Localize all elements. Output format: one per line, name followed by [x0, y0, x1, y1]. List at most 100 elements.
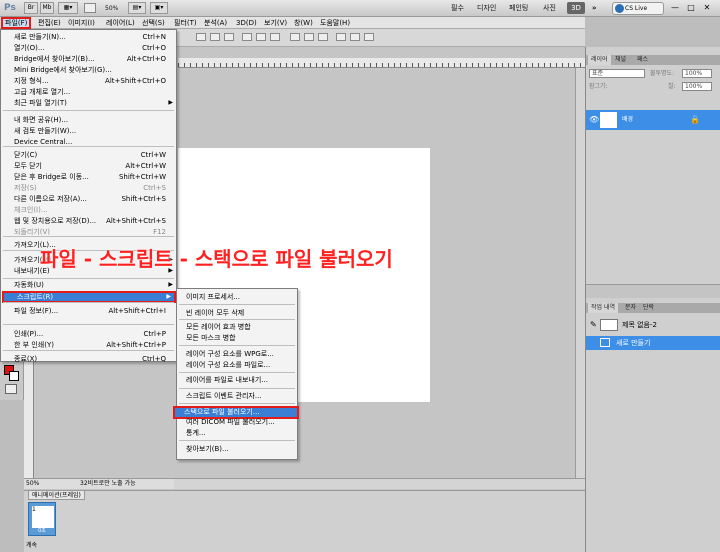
file-menu-item[interactable]: 고급 개체로 열기...: [1, 87, 176, 97]
workspace-painting[interactable]: 페인팅: [506, 2, 531, 15]
menu-file[interactable]: 파일(F): [1, 17, 32, 29]
menu-separator: [179, 319, 295, 320]
script-menu-item[interactable]: 모든 레이어 효과 병합: [177, 322, 297, 332]
blend-mode-select[interactable]: 표준: [589, 69, 645, 78]
quick-mask-icon[interactable]: [5, 384, 17, 394]
script-menu-item[interactable]: 레이어를 파일로 내보내기...: [177, 375, 297, 385]
arrange-documents-button[interactable]: ▤▾: [128, 2, 146, 14]
menu-view[interactable]: 보기(V): [262, 17, 289, 29]
align-right-icon[interactable]: [270, 33, 280, 41]
close-button[interactable]: ✕: [700, 2, 714, 14]
file-menu-item[interactable]: 자동화(U) ▶: [1, 280, 176, 290]
more-workspaces-button[interactable]: »: [589, 2, 600, 15]
menu-3d[interactable]: 3D(D): [234, 17, 259, 29]
history-brush-icon[interactable]: ✎: [590, 318, 597, 332]
workspace-essentials[interactable]: 필수: [448, 2, 467, 15]
file-menu-item[interactable]: 인쇄(P)... Ctrl+P: [1, 329, 176, 339]
file-menu-item[interactable]: 한 부 인쇄(Y) Alt+Shift+Ctrl+P: [1, 340, 176, 350]
file-menu-item[interactable]: Bridge에서 찾아보기(B)... Alt+Ctrl+O: [1, 54, 176, 64]
history-state-new[interactable]: 새로 만들기: [586, 336, 720, 350]
tab-channels[interactable]: 채널: [612, 55, 629, 65]
tab-character[interactable]: 문자: [622, 303, 639, 313]
script-menu-item[interactable]: 여러 DICOM 파일 불러오기...: [177, 417, 297, 427]
zoom-level[interactable]: 50%: [102, 2, 121, 15]
menu-image[interactable]: 이미지(I): [66, 17, 97, 29]
layer-row-background[interactable]: 👁 배경 🔒: [586, 110, 720, 130]
loop-option[interactable]: 계속: [26, 540, 37, 549]
file-menu-item[interactable]: Mini Bridge에서 찾아보기(G)...: [1, 65, 176, 75]
align-left-icon[interactable]: [242, 33, 252, 41]
file-menu-item[interactable]: 내 화면 공유(H)...: [1, 115, 176, 125]
status-zoom[interactable]: 50%: [26, 479, 39, 489]
tab-layers[interactable]: 레이어: [588, 55, 611, 65]
script-menu-item[interactable]: 통계...: [177, 428, 297, 438]
animation-frame[interactable]: 1 0초: [28, 502, 56, 536]
file-menu-item[interactable]: 닫기(C) Ctrl+W: [1, 150, 176, 160]
minimize-button[interactable]: —: [668, 2, 682, 14]
file-menu-item[interactable]: 새로 만들기(N)... Ctrl+N: [1, 32, 176, 42]
distribute-right-icon[interactable]: [364, 33, 374, 41]
distribute-left-icon[interactable]: [336, 33, 346, 41]
script-menu-item[interactable]: 빈 레이어 모두 삭제: [177, 308, 297, 318]
screen-mode-button[interactable]: ▣▾: [150, 2, 168, 14]
file-menu-item-label: Bridge에서 찾아보기(B)...: [14, 55, 95, 63]
frame-duration[interactable]: 0초: [29, 527, 55, 534]
menu-select[interactable]: 선택(S): [140, 17, 167, 29]
file-menu-item-label: 저장(S): [14, 184, 37, 192]
opacity-field[interactable]: 100%: [682, 69, 712, 78]
distribute-top-icon[interactable]: [290, 33, 300, 41]
hand-tool-icon[interactable]: [84, 3, 96, 13]
maximize-button[interactable]: □: [684, 2, 698, 14]
script-menu-item[interactable]: 이미지 프로세서...: [177, 292, 297, 302]
workspace-3d[interactable]: 3D: [567, 2, 585, 14]
file-menu-item[interactable]: 종료(X) Ctrl+Q: [1, 354, 176, 364]
file-menu-item[interactable]: 새 검토 만들기(W)...: [1, 126, 176, 136]
file-menu-item[interactable]: 파일 정보(F)... Alt+Shift+Ctrl+I: [1, 306, 176, 316]
script-menu-item[interactable]: 찾아보기(B)...: [177, 444, 297, 454]
file-menu-item[interactable]: 저장(S) Ctrl+S: [1, 183, 176, 193]
script-menu-item[interactable]: 레이어 구성 요소를 파일로...: [177, 360, 297, 370]
distribute-center-icon[interactable]: [350, 33, 360, 41]
script-menu-item[interactable]: 스크립트 이벤트 관리자...: [177, 391, 297, 401]
align-top-icon[interactable]: [196, 33, 206, 41]
file-menu-item-shortcut: Alt+Shift+Ctrl+O: [105, 77, 166, 85]
align-bottom-icon[interactable]: [224, 33, 234, 41]
file-menu-item[interactable]: 열기(O)... Ctrl+O: [1, 43, 176, 53]
cs-live-button[interactable]: CS Live: [612, 2, 664, 15]
workspace-design[interactable]: 디자인: [474, 2, 499, 15]
distribute-bottom-icon[interactable]: [318, 33, 328, 41]
bridge-button[interactable]: Br: [24, 2, 38, 14]
align-middle-icon[interactable]: [210, 33, 220, 41]
menu-window[interactable]: 창(W): [292, 17, 315, 29]
file-menu-item[interactable]: 모두 닫기 Alt+Ctrl+W: [1, 161, 176, 171]
view-extras-button[interactable]: ▦▾: [58, 2, 78, 14]
background-color-swatch[interactable]: [9, 371, 19, 381]
align-center-icon[interactable]: [256, 33, 266, 41]
file-menu-item[interactable]: 다른 이름으로 저장(A)... Shift+Ctrl+S: [1, 194, 176, 204]
file-menu-item[interactable]: 닫은 후 Bridge로 이동... Shift+Ctrl+W: [1, 172, 176, 182]
workspace-photography[interactable]: 사진: [540, 2, 559, 15]
tab-paths[interactable]: 패스: [634, 55, 651, 65]
file-menu-item[interactable]: 최근 파일 열기(T) ▶: [1, 98, 176, 108]
tab-paragraph[interactable]: 단락: [640, 303, 657, 313]
tab-history[interactable]: 작업 내역: [588, 303, 618, 313]
eye-icon[interactable]: 👁: [589, 115, 599, 124]
history-snapshot[interactable]: ✎ 제목 없음-2: [586, 318, 720, 332]
menu-analysis[interactable]: 분석(A): [202, 17, 229, 29]
menu-layer[interactable]: 레이어(L): [104, 17, 137, 29]
menu-help[interactable]: 도움말(H): [318, 17, 352, 29]
fill-field[interactable]: 100%: [682, 82, 712, 91]
horizontal-scrollbar[interactable]: [174, 478, 585, 489]
distribute-middle-icon[interactable]: [304, 33, 314, 41]
tab-animation-frames[interactable]: 애니메이션(프레임): [28, 490, 85, 500]
menu-edit[interactable]: 편집(E): [36, 17, 63, 29]
vertical-scrollbar[interactable]: [575, 68, 585, 478]
file-menu-item[interactable]: 웹 및 장치용으로 저장(D)... Alt+Shift+Ctrl+S: [1, 216, 176, 226]
script-menu-item-label: 스크립트 이벤트 관리자...: [186, 392, 262, 400]
mini-bridge-button[interactable]: Mb: [40, 2, 54, 14]
script-menu-item[interactable]: 모든 마스크 병합: [177, 333, 297, 343]
script-menu-item[interactable]: 레이어 구성 요소를 WPG로...: [177, 349, 297, 359]
file-menu-item[interactable]: 체크인(I)...: [1, 205, 176, 215]
menu-filter[interactable]: 필터(T): [172, 17, 199, 29]
file-menu-item[interactable]: 지정 형식... Alt+Shift+Ctrl+O: [1, 76, 176, 86]
